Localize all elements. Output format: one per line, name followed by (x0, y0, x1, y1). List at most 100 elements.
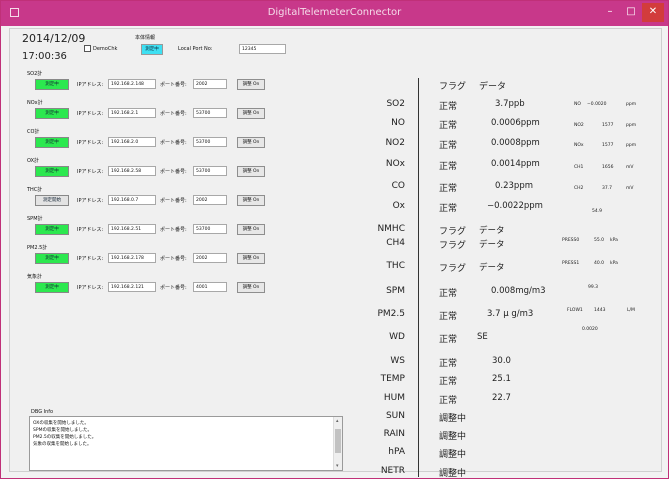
flag-cell: 調整中 (439, 414, 467, 424)
dbg-scrollbar[interactable]: ▴ ▾ (333, 417, 342, 470)
port-input[interactable]: 2002 (193, 195, 227, 205)
instrument-status-button[interactable]: 測定中 (35, 79, 69, 90)
ip-address-input[interactable]: 192.168.2.58 (108, 166, 156, 176)
ip-address-label: IPアドレス: (77, 198, 104, 204)
scroll-down-icon[interactable]: ▾ (336, 463, 339, 469)
flag-cell: 正常 (439, 396, 458, 406)
ip-address-input[interactable]: 192.168.2.1 (108, 108, 156, 118)
aux-value: 1443 (594, 308, 606, 313)
flag-cell: 調整中 (439, 450, 467, 460)
ip-address-label: IPアドレス: (77, 111, 104, 117)
dbg-log-box[interactable]: OXの収集を開始しました。 SPMの収集を開始しました。 PM2.5の収集を開始… (29, 416, 343, 471)
param-name: NOx (385, 159, 405, 169)
aux-value: 0.0020 (582, 327, 598, 332)
ip-address-input[interactable]: 192.168.2.0 (108, 137, 156, 147)
flag-cell: 正常 (439, 289, 458, 299)
port-label: ポート番号: (160, 227, 187, 233)
aux-label: NO2 (574, 123, 584, 128)
port-input[interactable]: 2002 (193, 79, 227, 89)
demo-checkbox-label: DemoChk (93, 46, 118, 52)
flag-cell: 正常 (439, 377, 458, 387)
adjust-on-button[interactable]: 調整 On (237, 253, 265, 264)
aux-unit: L/M (627, 308, 635, 313)
flag-cell: フラグ (439, 227, 467, 237)
adjust-on-button[interactable]: 調整 On (237, 195, 265, 206)
aux-unit: mV (626, 165, 634, 170)
ip-address-input[interactable]: 192.168.2.51 (108, 224, 156, 234)
ip-address-input[interactable]: 192.168.2.148 (108, 79, 156, 89)
instrument-status-button[interactable]: 測定中 (35, 253, 69, 264)
dbg-line: SPMの収集を開始しました。 (33, 428, 92, 433)
flag-cell: 調整中 (439, 432, 467, 442)
scroll-up-icon[interactable]: ▴ (336, 418, 339, 424)
local-port-input[interactable]: 12345 (239, 44, 286, 54)
ip-address-input[interactable]: 192.168.0.7 (108, 195, 156, 205)
ip-address-input[interactable]: 192.168.2.121 (108, 282, 156, 292)
ip-address-label: IPアドレス: (77, 227, 104, 233)
value-cell: −0.0022ppm (487, 201, 543, 211)
demo-checkbox[interactable] (84, 45, 91, 52)
dbg-line: 気象の収集を開始しました。 (33, 442, 92, 447)
flag-header: フラグ (439, 82, 467, 92)
flag-cell: 正常 (439, 121, 458, 131)
adjust-on-button[interactable]: 調整 On (237, 224, 265, 235)
ip-address-label: IPアドレス: (77, 169, 104, 175)
port-label: ポート番号: (160, 256, 187, 262)
local-port-label: Local Port No: (178, 46, 213, 52)
port-input[interactable]: 4001 (193, 282, 227, 292)
main-panel: 2014/12/09 17:00:36 DemoChk 本体情報 測定中 Loc… (9, 28, 662, 479)
scroll-thumb[interactable] (335, 429, 341, 453)
flag-cell: 調整中 (439, 469, 467, 479)
instrument-status-button[interactable]: 測定中 (35, 224, 69, 235)
instrument-status-button[interactable]: 測定中 (35, 108, 69, 119)
dbg-line: OXの収集を開始しました。 (33, 421, 89, 426)
port-input[interactable]: 53700 (193, 108, 227, 118)
adjust-on-button[interactable]: 調整 On (237, 282, 265, 293)
dbg-info-label: DBG Info (31, 409, 54, 415)
aux-label: FLOW1 (567, 308, 583, 313)
instrument-status-button[interactable]: 測定中 (35, 166, 69, 177)
adjust-on-button[interactable]: 調整 On (237, 166, 265, 177)
param-name: TEMP (380, 374, 405, 384)
aux-unit: ppm (626, 123, 637, 128)
ip-address-label: IPアドレス: (77, 140, 104, 146)
ip-address-input[interactable]: 192.168.2.178 (108, 253, 156, 263)
maximize-button[interactable]: □ (622, 3, 640, 22)
time-display: 17:00:36 (22, 51, 67, 62)
param-name: WD (389, 332, 405, 342)
value-cell: 3.7ppb (495, 99, 525, 109)
aux-value: 54.9 (592, 209, 603, 214)
ip-address-label: IPアドレス: (77, 256, 104, 262)
param-name: SPM (386, 286, 405, 296)
param-name: CH4 (386, 238, 405, 248)
instrument-status-button[interactable]: 測定中 (35, 137, 69, 148)
aux-unit: kPa (610, 238, 618, 243)
instrument-status-button[interactable]: 測定開始 (35, 195, 69, 206)
aux-label: NOx (574, 143, 584, 148)
adjust-on-button[interactable]: 調整 On (237, 108, 265, 119)
title-bar[interactable]: DigitalTelemeterConnector – □ ✕ (1, 1, 668, 26)
flag-cell: 正常 (439, 204, 458, 214)
flag-cell: フラグ (439, 264, 467, 274)
ip-address-label: IPアドレス: (77, 82, 104, 88)
port-input[interactable]: 2002 (193, 253, 227, 263)
flag-cell: 正常 (439, 312, 458, 322)
unit-status-badge: 測定中 (141, 44, 163, 55)
adjust-on-button[interactable]: 調整 On (237, 79, 265, 90)
adjust-on-button[interactable]: 調整 On (237, 137, 265, 148)
minimize-button[interactable]: – (599, 3, 621, 22)
param-name: SUN (385, 411, 405, 421)
port-input[interactable]: 53700 (193, 224, 227, 234)
port-label: ポート番号: (160, 111, 187, 117)
param-name: THC (386, 261, 405, 271)
instrument-status-button[interactable]: 測定中 (35, 282, 69, 293)
value-cell: 25.1 (492, 374, 511, 384)
port-input[interactable]: 53700 (193, 137, 227, 147)
port-input[interactable]: 53700 (193, 166, 227, 176)
aux-label: CH1 (574, 165, 584, 170)
aux-unit: ppm (626, 143, 637, 148)
flag-cell: 正常 (439, 162, 458, 172)
close-button[interactable]: ✕ (642, 3, 664, 22)
value-cell: 30.0 (492, 356, 511, 366)
aux-value: 37.7 (602, 186, 613, 191)
